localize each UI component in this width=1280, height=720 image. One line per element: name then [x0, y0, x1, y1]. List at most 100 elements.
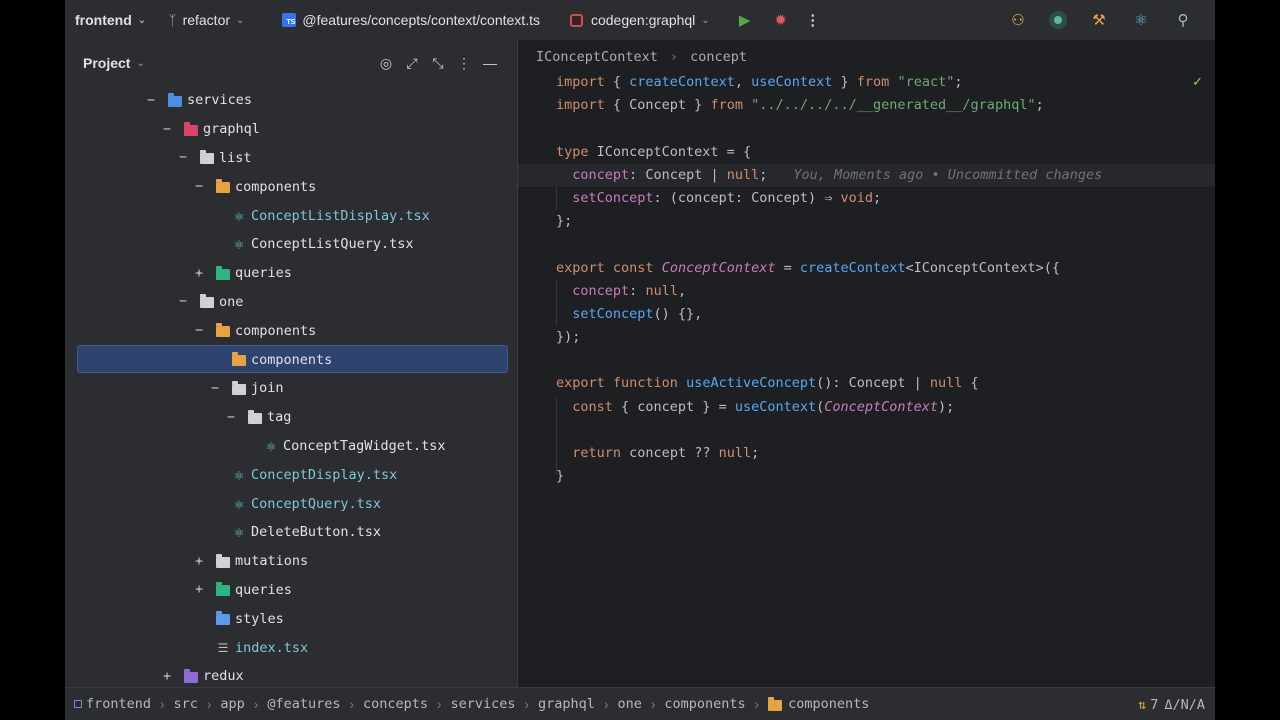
nav-path-segment[interactable]: services [451, 696, 516, 712]
code-token: null [929, 375, 963, 392]
build-icon[interactable]: ⚒ [1089, 0, 1109, 40]
breadcrumb-member[interactable]: concept [690, 49, 747, 65]
run-configuration-selector[interactable]: codegen:graphql ⌄ [569, 0, 710, 40]
code-line[interactable]: type IConceptContext = { [518, 141, 1215, 164]
tree-row[interactable]: ⚛ ConceptTagWidget.tsx [65, 432, 517, 461]
nav-path-segment[interactable]: graphql [538, 696, 595, 712]
code-line[interactable]: setConcept: (concept: Concept) ⇒ void; [518, 187, 1215, 210]
code-line[interactable] [518, 233, 1215, 256]
git-branch-icon: ᛉ [168, 12, 177, 28]
collapse-all-icon[interactable]: ⤡ [425, 55, 451, 72]
tree-row[interactable]: − services [65, 86, 517, 115]
code-line[interactable]: } [518, 465, 1215, 488]
index-file-icon: ☰ [217, 640, 229, 655]
tree-row[interactable]: styles [65, 604, 517, 633]
code-token: () {}, [653, 305, 703, 322]
collapse-icon[interactable]: − [207, 381, 223, 396]
hide-panel-icon[interactable]: — [477, 55, 503, 71]
tree-row[interactable]: ⚛ DeleteButton.tsx [65, 518, 517, 547]
current-file[interactable]: TS @features/concepts/context/context.ts [282, 0, 540, 40]
project-switcher[interactable]: frontend ⌄ [75, 0, 146, 40]
chevron-down-icon: ⌄ [701, 14, 710, 26]
vcs-changes-icon[interactable]: ⇅ [1138, 697, 1146, 713]
code-line[interactable]: const { concept } = useContext(ConceptCo… [518, 396, 1215, 419]
project-panel-title[interactable]: Project [83, 55, 130, 71]
code-line[interactable]: import { createContext, useContext } fro… [518, 71, 1215, 94]
debug-icon[interactable]: ✹ [772, 0, 790, 40]
tree-row[interactable]: − list [65, 144, 517, 173]
nav-path-segment[interactable]: one [617, 696, 641, 712]
inline-blame-annotation[interactable]: You, Moments ago • Uncommitted changes [793, 167, 1102, 183]
tree-row[interactable]: ☰ index.tsx [65, 633, 517, 662]
code-line[interactable]: import { Concept } from "../../../../__g… [518, 94, 1215, 117]
code-line[interactable]: setConcept() {}, [518, 303, 1215, 326]
code-line[interactable] [518, 419, 1215, 442]
tree-row[interactable]: ⚛ ConceptQuery.tsx [65, 489, 517, 518]
nav-path-segment[interactable]: concepts [363, 696, 428, 712]
nav-path-segment[interactable]: components [664, 696, 745, 712]
code-token: ; [1035, 97, 1044, 114]
tree-row[interactable]: − components [65, 172, 517, 201]
tree-row[interactable]: − join [65, 374, 517, 403]
more-actions-icon[interactable]: ⋮ [805, 0, 820, 40]
run-icon[interactable]: ▶ [736, 0, 754, 40]
collapse-icon[interactable]: − [175, 294, 191, 309]
code-line[interactable]: return concept ?? null; [518, 442, 1215, 465]
locate-file-icon[interactable]: ◎ [373, 55, 399, 72]
tree-row[interactable]: + queries [65, 259, 517, 288]
tree-row[interactable]: − one [65, 288, 517, 317]
tree-row[interactable]: + queries [65, 576, 517, 605]
react-tools-icon[interactable]: ⚛ [1131, 0, 1151, 40]
tree-row[interactable]: ⚛ ConceptListDisplay.tsx [65, 201, 517, 230]
tree-item-label: DeleteButton.tsx [251, 524, 382, 541]
project-tree: − services − graphql − list − components ⚛ Concep… [65, 86, 517, 691]
tree-row[interactable]: ⚛ ConceptDisplay.tsx [65, 460, 517, 489]
expand-icon[interactable]: + [191, 266, 207, 281]
tree-row[interactable]: components [65, 345, 517, 374]
expand-icon[interactable]: + [191, 582, 207, 597]
expand-icon[interactable]: + [191, 554, 207, 569]
nav-path-segment[interactable]: components [788, 696, 869, 712]
code-line[interactable]: export const ConceptContext = createCont… [518, 257, 1215, 280]
collapse-icon[interactable]: − [191, 179, 207, 194]
tree-row[interactable]: + mutations [65, 547, 517, 576]
nav-path-segment[interactable]: app [220, 696, 244, 712]
code-line[interactable]: }); [518, 326, 1215, 349]
options-icon[interactable]: ⋮ [451, 55, 477, 72]
code-line[interactable] [518, 349, 1215, 372]
nav-path-segment[interactable]: src [174, 696, 198, 712]
collapse-icon[interactable]: − [191, 323, 207, 338]
search-icon[interactable]: ⚲ [1173, 0, 1193, 40]
run-configuration-name: codegen:graphql [590, 12, 696, 28]
breadcrumb-type[interactable]: IConceptContext [536, 49, 658, 65]
ai-assistant-status-icon[interactable] [1049, 11, 1067, 29]
code-line[interactable]: concept: null, [518, 280, 1215, 303]
expand-icon[interactable]: + [159, 669, 175, 684]
code-token: type [556, 143, 589, 160]
code-editor[interactable]: IConceptContext › concept ✓ import { cre… [517, 40, 1215, 687]
expand-all-icon[interactable]: ⤢ [399, 55, 425, 72]
vcs-changes-count[interactable]: 7 [1150, 697, 1158, 713]
nav-path-segment[interactable]: @features [267, 696, 340, 712]
branch-switcher[interactable]: ᛉ refactor ⌄ [168, 0, 244, 40]
collapse-icon[interactable]: − [223, 410, 239, 425]
code-line[interactable]: export function useActiveConcept(): Conc… [518, 372, 1215, 395]
tree-item-label: components [235, 322, 317, 339]
collapse-icon[interactable]: − [143, 93, 159, 108]
code-area[interactable]: import { createContext, useContext } fro… [518, 71, 1215, 488]
collapse-icon[interactable]: − [159, 122, 175, 137]
code-line[interactable] [518, 117, 1215, 140]
tree-row[interactable]: − components [65, 316, 517, 345]
tree-row[interactable]: − graphql [65, 115, 517, 144]
tree-row[interactable]: ⚛ ConceptListQuery.tsx [65, 230, 517, 259]
code-line[interactable]: concept: Concept | null; You, Moments ago… [518, 163, 1215, 187]
tree-row[interactable]: − tag [65, 403, 517, 432]
chevron-down-icon[interactable]: ⌄ [136, 58, 144, 69]
collapse-icon[interactable]: − [175, 150, 191, 165]
code-with-me-icon[interactable]: ⚇ [1007, 0, 1029, 40]
code-line[interactable]: }; [518, 210, 1215, 233]
vcs-status-text[interactable]: Δ/N/A [1164, 697, 1205, 713]
code-token: ; [954, 74, 963, 90]
nav-path-segment[interactable]: frontend [86, 696, 151, 712]
